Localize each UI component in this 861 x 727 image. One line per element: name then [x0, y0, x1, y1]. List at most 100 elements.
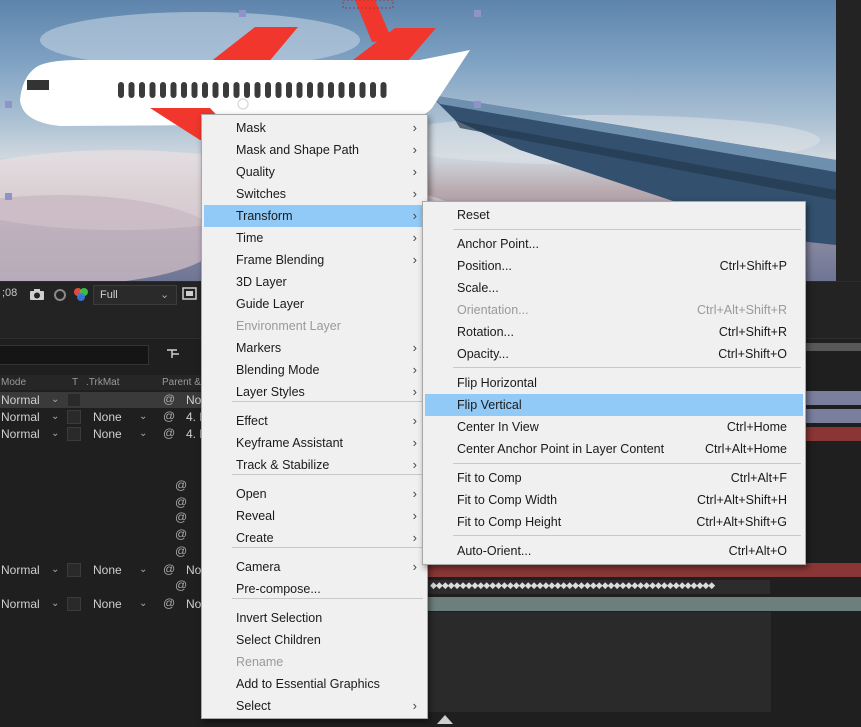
menu-item-markers[interactable]: Markers ›	[204, 337, 425, 359]
t-column-header[interactable]: T	[72, 377, 78, 388]
preserve-transparency-checkbox[interactable]	[67, 563, 81, 577]
menu-item-select-children[interactable]: Select Children	[204, 629, 425, 651]
chevron-down-icon[interactable]: ⌄	[139, 598, 147, 609]
blend-mode-value[interactable]: Normal	[1, 597, 40, 611]
parent-value[interactable]: No	[186, 597, 201, 611]
submenu-item-scale[interactable]: Scale...	[425, 277, 803, 299]
menu-item-3d-layer[interactable]: 3D Layer	[204, 271, 425, 293]
chevron-down-icon[interactable]: ⌄	[51, 598, 59, 609]
preserve-transparency-checkbox[interactable]	[67, 410, 81, 424]
submenu-item-flip-horizontal[interactable]: Flip Horizontal	[425, 372, 803, 394]
blend-mode-value[interactable]: Normal	[1, 427, 40, 441]
submenu-item-reset[interactable]: Reset	[425, 204, 803, 226]
menu-item-select[interactable]: Select ›	[204, 695, 425, 717]
trkmat-value[interactable]: None	[93, 427, 122, 441]
zoom-mountain-icon[interactable]	[436, 713, 454, 725]
show-snapshot-icon[interactable]	[52, 287, 68, 302]
selection-handle[interactable]	[5, 101, 12, 108]
layer-track-bar[interactable]	[428, 563, 861, 577]
menu-item-open[interactable]: Open ›	[204, 483, 425, 505]
work-area-bar[interactable]	[805, 343, 861, 351]
submenu-item-fit-to-comp-width[interactable]: Fit to Comp Width Ctrl+Alt+Shift+H	[425, 489, 803, 511]
keyframe-track[interactable]: ◆◆◆◆◆◆◆◆◆◆◆◆◆◆◆◆◆◆◆◆◆◆◆◆◆◆◆◆◆◆◆◆◆◆◆◆◆◆◆◆…	[428, 580, 770, 594]
menu-item-frame-blending[interactable]: Frame Blending ›	[204, 249, 425, 271]
parent-pickwhip-icon[interactable]: @	[163, 426, 175, 440]
submenu-item-fit-to-comp[interactable]: Fit to Comp Ctrl+Alt+F	[425, 467, 803, 489]
menu-item-layer-styles[interactable]: Layer Styles ›	[204, 381, 425, 403]
menu-item-switches[interactable]: Switches ›	[204, 183, 425, 205]
property-pickwhip-icon[interactable]: @	[175, 478, 187, 492]
blend-mode-value[interactable]: Normal	[1, 410, 40, 424]
selection-handle[interactable]	[474, 101, 481, 108]
parent-pickwhip-icon[interactable]: @	[163, 596, 175, 610]
submenu-item-anchor-point[interactable]: Anchor Point...	[425, 233, 803, 255]
selection-handle[interactable]	[5, 193, 12, 200]
menu-item-track-stabilize[interactable]: Track & Stabilize ›	[204, 454, 425, 476]
menu-item-mask-and-shape-path[interactable]: Mask and Shape Path ›	[204, 139, 425, 161]
submenu-item-position[interactable]: Position... Ctrl+Shift+P	[425, 255, 803, 277]
chevron-down-icon[interactable]: ⌄	[139, 564, 147, 575]
menu-item-invert-selection[interactable]: Invert Selection	[204, 607, 425, 629]
layer-track-bar[interactable]	[805, 391, 861, 405]
mode-column-header[interactable]: Mode	[1, 377, 26, 388]
layer-track-bar[interactable]	[428, 597, 861, 611]
property-pickwhip-icon[interactable]: @	[175, 544, 187, 558]
submenu-item-fit-to-comp-height[interactable]: Fit to Comp Height Ctrl+Alt+Shift+G	[425, 511, 803, 533]
menu-item-effect[interactable]: Effect ›	[204, 410, 425, 432]
parent-value[interactable]: No	[186, 393, 201, 407]
resolution-select[interactable]: Full ⌄	[93, 285, 177, 305]
layer-track-bar[interactable]	[805, 409, 861, 423]
comp-flowchart-icon[interactable]	[165, 347, 183, 361]
submenu-item-opacity[interactable]: Opacity... Ctrl+Shift+O	[425, 343, 803, 365]
menu-item-transform[interactable]: Transform ›	[204, 205, 425, 227]
menu-item-create[interactable]: Create ›	[204, 527, 425, 549]
chevron-down-icon[interactable]: ⌄	[51, 428, 59, 439]
chevron-down-icon[interactable]: ⌄	[139, 428, 147, 439]
chevron-down-icon[interactable]: ⌄	[51, 411, 59, 422]
submenu-item-rotation[interactable]: Rotation... Ctrl+Shift+R	[425, 321, 803, 343]
selection-handle[interactable]	[239, 10, 246, 17]
menu-item-mask[interactable]: Mask ›	[204, 117, 425, 139]
chevron-down-icon[interactable]: ⌄	[139, 411, 147, 422]
submenu-item-center-anchor-point-in-layer-content[interactable]: Center Anchor Point in Layer Content Ctrl…	[425, 438, 803, 460]
layer-search-input[interactable]	[0, 345, 149, 365]
submenu-item-flip-vertical[interactable]: Flip Vertical	[425, 394, 803, 416]
menu-item-guide-layer[interactable]: Guide Layer	[204, 293, 425, 315]
submenu-item-center-in-view[interactable]: Center In View Ctrl+Home	[425, 416, 803, 438]
layer-track-bar[interactable]	[805, 427, 861, 441]
timecode-display[interactable]: ;08	[2, 287, 17, 299]
property-pickwhip-icon[interactable]: @	[175, 495, 187, 509]
submenu-item-auto-orient[interactable]: Auto-Orient... Ctrl+Alt+O	[425, 540, 803, 562]
preserve-transparency-checkbox[interactable]	[67, 427, 81, 441]
camera-snapshot-icon[interactable]	[29, 288, 45, 301]
menu-item-blending-mode[interactable]: Blending Mode ›	[204, 359, 425, 381]
menu-item-keyframe-assistant[interactable]: Keyframe Assistant ›	[204, 432, 425, 454]
property-pickwhip-icon[interactable]: @	[175, 578, 187, 592]
parent-pickwhip-icon[interactable]: @	[163, 392, 175, 406]
trkmat-value[interactable]: None	[93, 410, 122, 424]
parent-value[interactable]: No	[186, 563, 201, 577]
menu-item-pre-compose[interactable]: Pre-compose...	[204, 578, 425, 600]
region-of-interest-icon[interactable]	[182, 287, 198, 301]
menu-item-camera[interactable]: Camera ›	[204, 556, 425, 578]
parent-pickwhip-icon[interactable]: @	[163, 562, 175, 576]
menu-item-add-to-essential-graphics[interactable]: Add to Essential Graphics	[204, 673, 425, 695]
blend-mode-value[interactable]: Normal	[1, 393, 40, 407]
channels-icon[interactable]	[72, 286, 90, 304]
parent-pickwhip-icon[interactable]: @	[163, 409, 175, 423]
selection-handle[interactable]	[474, 10, 481, 17]
trkmat-value[interactable]: None	[93, 597, 122, 611]
trkmat-column-header[interactable]: .TrkMat	[86, 377, 120, 388]
blend-mode-value[interactable]: Normal	[1, 563, 40, 577]
preserve-transparency-checkbox[interactable]	[67, 597, 81, 611]
chevron-down-icon[interactable]: ⌄	[51, 564, 59, 575]
preserve-transparency-checkbox[interactable]	[67, 393, 81, 407]
chevron-down-icon[interactable]: ⌄	[51, 394, 59, 405]
menu-item-time[interactable]: Time ›	[204, 227, 425, 249]
trkmat-value[interactable]: None	[93, 563, 122, 577]
property-pickwhip-icon[interactable]: @	[175, 510, 187, 524]
menu-item-reveal[interactable]: Reveal ›	[204, 505, 425, 527]
keyframe-diamonds[interactable]: ◆◆◆◆◆◆◆◆◆◆◆◆◆◆◆◆◆◆◆◆◆◆◆◆◆◆◆◆◆◆◆◆◆◆◆◆◆◆◆◆…	[430, 580, 768, 591]
menu-item-quality[interactable]: Quality ›	[204, 161, 425, 183]
property-pickwhip-icon[interactable]: @	[175, 527, 187, 541]
